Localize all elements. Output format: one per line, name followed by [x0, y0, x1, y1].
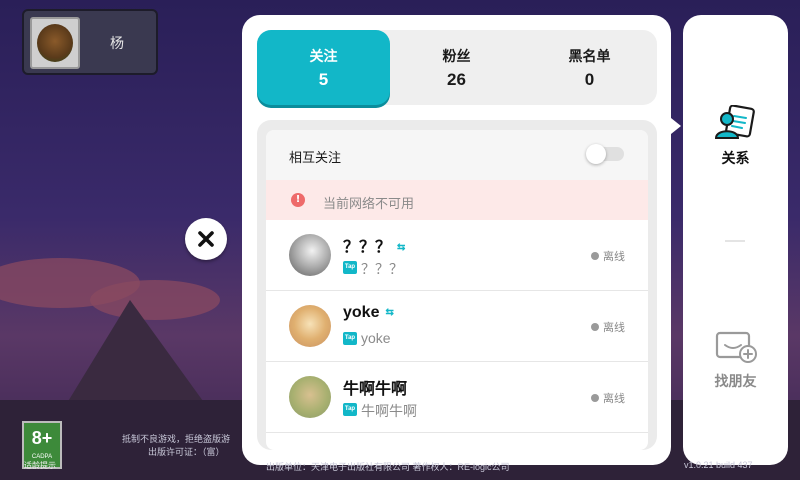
warning-icon: ! [291, 193, 305, 207]
friend-tap-name: yoke [361, 330, 391, 346]
list-item[interactable]: 牛啊牛啊 Tap 牛啊牛啊 离线 [266, 362, 648, 433]
nav-find-friends-label: 找朋友 [714, 373, 757, 389]
tab-followers[interactable]: 粉丝 26 [390, 30, 523, 105]
friend-list-card: 相互关注 ! 当前网络不可用 ？？？ ⇆ Tap ？？？ 离线 yoke ⇆ Tap [257, 120, 657, 450]
tap-badge-icon: Tap [343, 332, 357, 345]
network-warning-text: 当前网络不可用 [323, 196, 415, 211]
tap-badge-icon: Tap [343, 403, 357, 416]
relation-tabs: 关注 5 粉丝 26 黑名单 0 [257, 30, 657, 105]
close-icon [198, 231, 214, 247]
avatar-image [37, 24, 73, 62]
friend-name-text: ？？？ [343, 239, 392, 256]
status-text: 离线 [603, 393, 625, 405]
tab-count: 5 [318, 69, 329, 89]
tab-count: 26 [447, 69, 466, 89]
nav-find-friends[interactable]: 找朋友 [683, 330, 788, 391]
friend-list[interactable]: 相互关注 ! 当前网络不可用 ？？？ ⇆ Tap ？？？ 离线 yoke ⇆ Tap [266, 130, 648, 450]
side-nav: 关系 找朋友 [683, 15, 788, 465]
friend-name-text: 牛啊牛啊 [343, 381, 408, 398]
list-item[interactable]: ？？？ ⇆ Tap ？？？ 离线 [266, 220, 648, 291]
age-caption: 适龄提示 [24, 461, 56, 470]
friend-avatar [289, 376, 331, 418]
legal-notice-line1: 抵制不良游戏，拒绝盗版游 [122, 434, 231, 444]
tab-label: 粉丝 [442, 47, 471, 64]
player-name: 杨 [110, 35, 124, 51]
sync-icon: ⇆ [385, 307, 394, 318]
online-status: 离线 [591, 319, 625, 335]
relations-panel: 关注 5 粉丝 26 黑名单 0 相互关注 ! 当前网络不可用 ？？？ ⇆ Ta… [242, 15, 671, 465]
status-text: 离线 [603, 322, 625, 334]
legal-notice-line2: 出版许可证：（富） [148, 447, 225, 457]
status-dot-icon [591, 394, 599, 402]
status-dot-icon [591, 252, 599, 260]
mutual-follow-label: 相互关注 [289, 150, 342, 165]
network-warning-banner: ! 当前网络不可用 [266, 180, 648, 220]
tab-count: 0 [584, 69, 595, 89]
status-text: 离线 [603, 251, 625, 263]
tab-following[interactable]: 关注 5 [257, 30, 390, 105]
active-section-pointer [671, 118, 681, 134]
mutual-follow-row: 相互关注 [266, 130, 648, 180]
tab-label: 黑名单 [568, 47, 611, 64]
friend-tap-name: ？？？ [361, 261, 403, 277]
close-button[interactable] [185, 218, 227, 260]
online-status: 离线 [591, 248, 625, 264]
player-profile[interactable]: 杨 [22, 9, 158, 75]
friend-name: 牛啊牛啊 [343, 375, 407, 399]
nav-relations[interactable]: 关系 [683, 104, 788, 168]
friend-name: ？？？ ⇆ [343, 233, 405, 257]
friend-name: yoke ⇆ [343, 304, 394, 322]
version-label: v1.0.21 build 437 [684, 460, 753, 470]
nav-divider [725, 240, 745, 242]
toggle-knob [586, 144, 606, 164]
tab-blacklist[interactable]: 黑名单 0 [523, 30, 656, 105]
mutual-follow-toggle[interactable] [586, 144, 624, 164]
nav-relations-label: 关系 [721, 150, 750, 166]
list-item[interactable]: yoke ⇆ Tap yoke 离线 [266, 291, 648, 362]
avatar [30, 17, 80, 69]
sync-icon: ⇆ [397, 242, 406, 253]
friend-avatar [289, 305, 331, 347]
friend-tap-name: 牛啊牛啊 [361, 403, 417, 419]
tab-label: 关注 [309, 47, 338, 64]
add-friend-icon [715, 331, 757, 363]
age-rating: 8+ [31, 428, 53, 448]
online-status: 离线 [591, 390, 625, 406]
publisher-info: 出版单位：天津电子出版社有限公司 著作权人：RE-logic公司 [266, 462, 510, 472]
friend-name-text: yoke [343, 304, 380, 321]
relations-icon [714, 104, 755, 139]
tap-badge-icon: Tap [343, 261, 357, 274]
friend-avatar [289, 234, 331, 276]
status-dot-icon [591, 323, 599, 331]
